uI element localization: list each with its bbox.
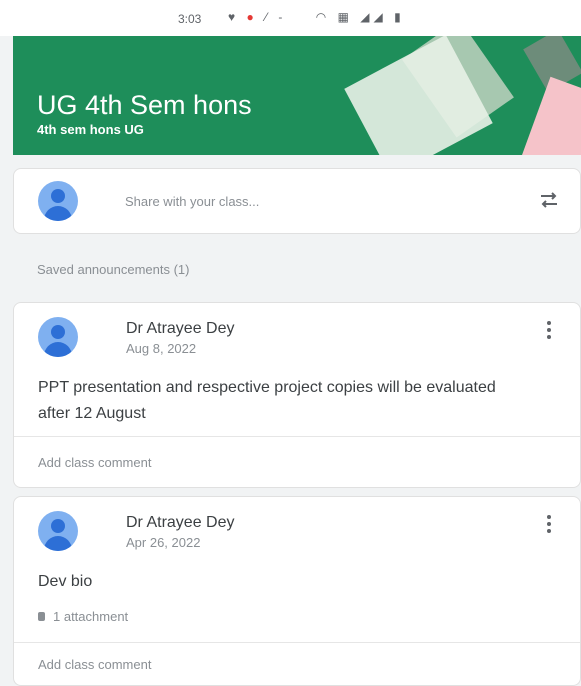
signal-icon: ◢◢ — [360, 10, 387, 24]
dnd-icon: ● — [246, 10, 258, 24]
divider — [14, 642, 580, 643]
post-author: Dr Atrayee Dey — [126, 514, 235, 531]
banner-illustration — [519, 76, 581, 155]
post-date: Aug 8, 2022 — [126, 341, 197, 356]
share-input[interactable]: Share with your class... — [125, 194, 259, 209]
announcement-card[interactable]: Dr Atrayee Dey Aug 8, 2022 PPT presentat… — [13, 302, 581, 488]
dash-icon: - — [278, 10, 287, 24]
avatar — [38, 511, 78, 551]
saved-announcements-link[interactable]: Saved announcements (1) — [37, 262, 189, 277]
battery-icon: ▮ — [394, 10, 405, 24]
attachment-link[interactable]: 1 attachment — [38, 609, 128, 624]
attachment-icon — [38, 612, 45, 621]
divider — [14, 436, 580, 437]
wifi-icon: ◠ — [315, 10, 331, 24]
repost-icon[interactable] — [538, 189, 560, 211]
attachment-label: 1 attachment — [53, 609, 129, 624]
avatar — [38, 317, 78, 357]
class-title: UG 4th Sem hons — [37, 90, 252, 120]
avatar — [38, 181, 78, 221]
share-card[interactable]: Share with your class... — [13, 168, 581, 234]
post-author: Dr Atrayee Dey — [126, 320, 235, 337]
post-text: Dev bio — [38, 573, 93, 590]
status-icons: ♥ ● ⁄ - ◠ ▦ ◢◢ ▮ — [228, 10, 405, 24]
status-time: 3:03 — [178, 12, 202, 26]
more-options-icon[interactable] — [546, 515, 552, 535]
announcement-card[interactable]: Dr Atrayee Dey Apr 26, 2022 Dev bio 1 at… — [13, 496, 581, 686]
post-text: PPT presentation and respective project … — [38, 379, 496, 422]
class-subtitle: 4th sem hons UG — [37, 122, 144, 137]
add-class-comment-button[interactable]: Add class comment — [38, 455, 151, 470]
class-banner[interactable]: UG 4th Sem hons 4th sem hons UG — [13, 36, 581, 155]
notification-icon: ♥ — [228, 10, 240, 24]
mute-icon: ⁄ — [265, 10, 272, 24]
network-icon: ▦ — [337, 10, 353, 24]
more-options-icon[interactable] — [546, 321, 552, 341]
add-class-comment-button[interactable]: Add class comment — [38, 657, 151, 672]
post-date: Apr 26, 2022 — [126, 535, 201, 550]
status-bar: 3:03 ♥ ● ⁄ - ◠ ▦ ◢◢ ▮ — [0, 0, 581, 36]
